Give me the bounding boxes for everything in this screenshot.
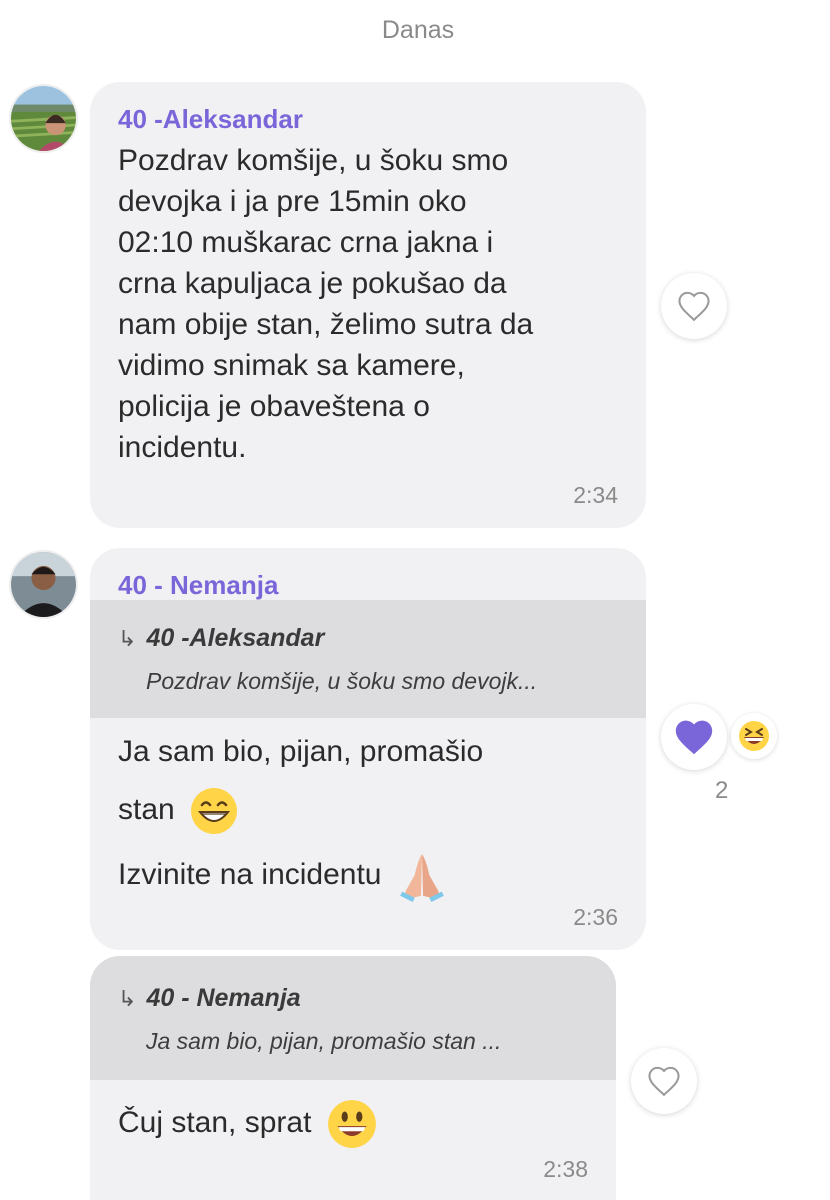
like-button[interactable] [661, 704, 727, 770]
grinning-face-icon [327, 1100, 376, 1148]
message-bubble[interactable]: ↳ 40 - Nemanja Ja sam bio, pijan, promaši… [90, 956, 616, 1200]
sender-name[interactable]: 40 -Aleksandar [118, 104, 303, 135]
message-time: 2:38 [543, 1156, 588, 1182]
message-text: Ja sam bio, pijan, promašio [118, 735, 484, 768]
avatar[interactable] [9, 550, 78, 619]
date-separator: Danas [381, 16, 455, 44]
quoted-reply[interactable]: ↳ 40 - Nemanja Ja sam bio, pijan, promaši… [90, 956, 616, 1080]
reaction-emoji[interactable] [731, 713, 777, 759]
quoted-reply[interactable]: ↳ 40 -Aleksandar Pozdrav komšije, u šoku … [90, 600, 646, 718]
reply-arrow-icon: ↳ [118, 986, 137, 1011]
message-bubble[interactable]: 40 - Nemanja ↳ 40 -Aleksandar Pozdrav kom… [90, 548, 646, 950]
message-text: Pozdrav komšije, u šoku smo devojka i ja… [118, 144, 534, 464]
folded-hands-icon [400, 854, 444, 902]
like-button[interactable] [631, 1048, 697, 1114]
message-bubble[interactable]: 40 -Aleksandar Pozdrav komšije, u šoku s… [90, 82, 646, 528]
avatar[interactable] [9, 84, 78, 153]
reaction-count: 2 [715, 777, 729, 804]
message-time: 2:34 [573, 482, 618, 508]
quoted-author: ↳ 40 -Aleksandar [118, 624, 325, 652]
like-button[interactable] [661, 273, 727, 339]
heart-outline-icon [678, 291, 710, 322]
grinning-face-with-smiling-eyes-icon [191, 788, 238, 834]
quoted-text: Pozdrav komšije, u šoku smo devojk... [146, 668, 538, 694]
message-text: Čuj stan, sprat [118, 1098, 378, 1150]
quoted-text: Ja sam bio, pijan, promašio stan ... [146, 1028, 502, 1054]
message-text: stan [118, 786, 239, 836]
message-time: 2:36 [573, 904, 618, 930]
heart-filled-icon [675, 720, 713, 755]
message-text: Izvinite na incidentu [118, 850, 448, 902]
quoted-author: ↳ 40 - Nemanja [118, 984, 301, 1012]
heart-outline-icon [648, 1066, 680, 1097]
grinning-squinting-face-icon [739, 721, 769, 751]
reply-arrow-icon: ↳ [118, 626, 137, 651]
sender-name[interactable]: 40 - Nemanja [118, 570, 278, 601]
